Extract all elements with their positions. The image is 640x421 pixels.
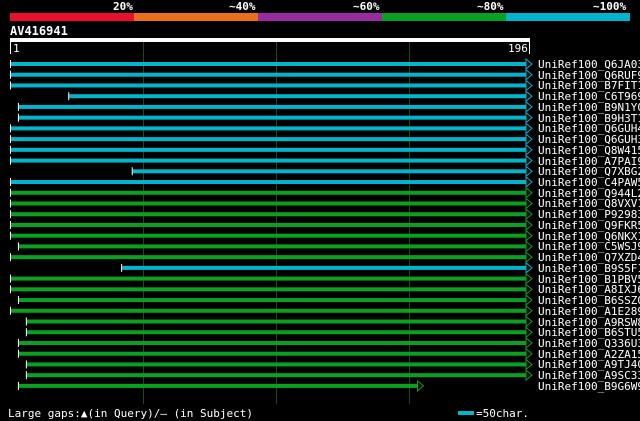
hit-end-arrow bbox=[525, 79, 533, 92]
hit-end-arrow bbox=[525, 90, 533, 103]
hit-bar[interactable] bbox=[132, 169, 527, 174]
hit-end-arrow bbox=[417, 379, 425, 392]
hit-end-arrow bbox=[525, 251, 533, 264]
hit-bar[interactable] bbox=[11, 147, 527, 152]
hit-bar[interactable] bbox=[11, 137, 527, 142]
hit-end-arrow bbox=[525, 283, 533, 296]
hit-start-cap bbox=[17, 113, 19, 122]
hit-bar[interactable] bbox=[18, 298, 527, 303]
scale-bar bbox=[458, 411, 474, 415]
hit-name-link[interactable]: UniRef100_B9G6W9 bbox=[538, 381, 640, 392]
hit-bar[interactable] bbox=[11, 222, 527, 227]
hit-end-arrow bbox=[525, 218, 533, 232]
hit-start-cap bbox=[10, 188, 11, 197]
hit-start-cap bbox=[17, 242, 19, 251]
hit-bar[interactable] bbox=[69, 94, 527, 99]
hit-bar[interactable] bbox=[18, 244, 527, 249]
hit-bar[interactable] bbox=[11, 158, 527, 163]
hit-start-cap bbox=[131, 167, 133, 176]
gaps-legend: Large gaps:▲(in Query)/— (in Subject) bbox=[8, 407, 254, 420]
hit-start-cap bbox=[25, 317, 27, 326]
hit-end-arrow bbox=[525, 111, 533, 124]
hit-end-arrow bbox=[525, 154, 533, 167]
hit-bar[interactable] bbox=[18, 115, 527, 120]
hit-start-cap bbox=[25, 371, 27, 380]
hit-start-cap bbox=[10, 253, 11, 262]
hit-bar[interactable] bbox=[18, 104, 527, 109]
hit-bar[interactable] bbox=[11, 83, 527, 88]
hit-start-cap bbox=[10, 156, 11, 165]
hit-bar[interactable] bbox=[11, 255, 527, 260]
hit-end-arrow bbox=[525, 143, 533, 156]
hit-bar[interactable] bbox=[11, 72, 527, 77]
hit-end-arrow bbox=[525, 304, 533, 317]
hit-bar[interactable] bbox=[18, 383, 419, 388]
hit-bar[interactable] bbox=[11, 126, 527, 131]
hit-end-arrow bbox=[525, 369, 533, 382]
hit-end-arrow bbox=[525, 336, 533, 350]
hit-start-cap bbox=[25, 328, 27, 337]
hit-end-arrow bbox=[525, 57, 533, 71]
hit-bar[interactable] bbox=[26, 362, 527, 367]
hit-end-arrow bbox=[525, 68, 533, 81]
hit-end-arrow bbox=[525, 293, 533, 307]
hit-start-cap bbox=[17, 102, 19, 111]
hit-end-arrow bbox=[525, 208, 533, 221]
hit-start-cap bbox=[25, 360, 27, 369]
hit-end-arrow bbox=[525, 315, 533, 328]
hit-bar[interactable] bbox=[11, 201, 527, 206]
hit-bar[interactable] bbox=[26, 330, 527, 335]
hit-end-arrow bbox=[525, 240, 533, 253]
scale-label: =50char. bbox=[476, 407, 529, 420]
hit-start-cap bbox=[10, 220, 11, 229]
hit-start-cap bbox=[121, 263, 123, 272]
hit-bar[interactable] bbox=[18, 340, 527, 345]
hit-start-cap bbox=[10, 274, 11, 283]
hit-bar[interactable] bbox=[11, 212, 527, 217]
hit-start-cap bbox=[10, 60, 11, 68]
hit-start-cap bbox=[10, 231, 11, 240]
hit-bar[interactable] bbox=[26, 319, 527, 324]
hit-end-arrow bbox=[525, 197, 533, 210]
hit-start-cap bbox=[17, 381, 19, 390]
hit-start-cap bbox=[10, 70, 11, 79]
hit-end-arrow bbox=[525, 229, 533, 242]
hit-end-arrow bbox=[525, 175, 533, 189]
hit-start-cap bbox=[68, 92, 70, 101]
hit-start-cap bbox=[17, 349, 19, 358]
hit-start-cap bbox=[10, 124, 11, 133]
hit-start-cap bbox=[10, 178, 11, 187]
hit-start-cap bbox=[10, 145, 11, 154]
hit-start-cap bbox=[10, 210, 11, 219]
hit-start-cap bbox=[10, 81, 11, 90]
hit-start-cap bbox=[17, 338, 19, 347]
hit-bar[interactable] bbox=[11, 276, 527, 281]
hit-start-cap bbox=[10, 135, 11, 144]
hit-end-arrow bbox=[525, 347, 533, 360]
hit-bar[interactable] bbox=[18, 351, 527, 356]
hit-bar[interactable] bbox=[11, 180, 527, 185]
hit-bar[interactable] bbox=[11, 62, 527, 66]
hit-end-arrow bbox=[525, 186, 533, 199]
hit-bar[interactable] bbox=[11, 308, 527, 313]
hit-end-arrow bbox=[525, 272, 533, 285]
hit-end-arrow bbox=[525, 326, 533, 339]
hit-end-arrow bbox=[525, 165, 533, 178]
hit-start-cap bbox=[10, 199, 11, 208]
hit-end-arrow bbox=[525, 122, 533, 135]
hit-start-cap bbox=[17, 296, 19, 305]
hit-bar[interactable] bbox=[26, 373, 527, 378]
hit-bar[interactable] bbox=[11, 287, 527, 292]
hit-end-arrow bbox=[525, 261, 533, 274]
hit-bar[interactable] bbox=[11, 190, 527, 195]
hit-end-arrow bbox=[525, 100, 533, 113]
hit-end-arrow bbox=[525, 133, 533, 146]
hit-bar[interactable] bbox=[11, 233, 527, 238]
hit-end-arrow bbox=[525, 358, 533, 371]
hit-start-cap bbox=[10, 306, 11, 315]
hit-bar[interactable] bbox=[122, 265, 527, 270]
hit-start-cap bbox=[10, 285, 11, 294]
